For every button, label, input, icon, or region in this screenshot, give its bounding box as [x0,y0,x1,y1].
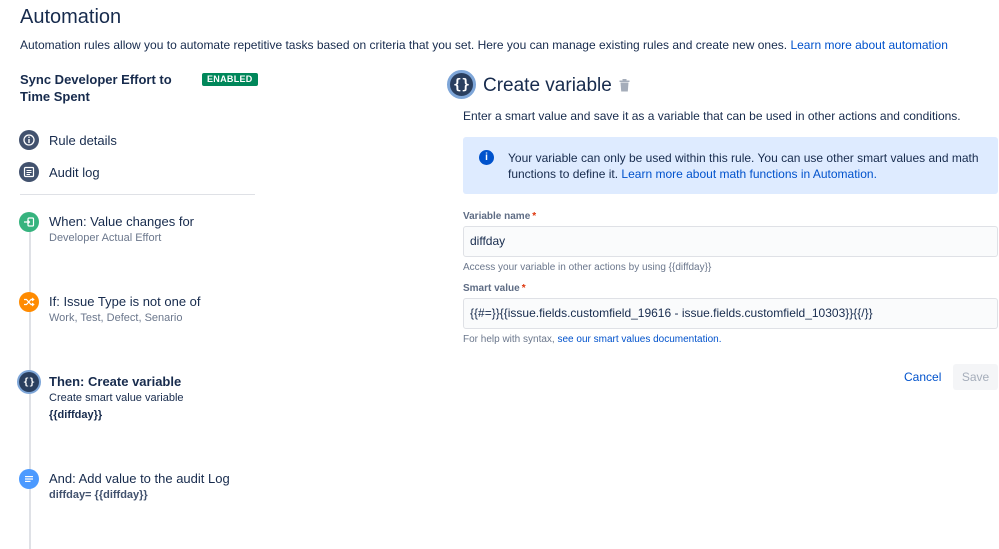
panel-title: Create variable [483,75,612,96]
page-description: Automation rules allow you to automate r… [20,38,948,52]
info-icon [19,130,39,150]
info-text: Your variable can only be used within th… [508,150,988,182]
step-variable-name: {{diffday}} [49,409,103,421]
status-badge: ENABLED [202,73,258,86]
step-subtitle: Developer Actual Effort [49,232,162,244]
step-create-variable[interactable]: {} Then: Create variable Create smart va… [19,372,259,428]
step-trigger[interactable]: When: Value changes for Developer Actual… [19,212,259,252]
nav-audit-log[interactable]: Audit log [19,161,100,183]
divider [20,194,255,195]
variable-name-label: Variable name * [463,211,536,222]
learn-more-automation-link[interactable]: Learn more about automation [790,38,947,52]
page-title: Automation [20,6,122,28]
shuffle-icon [19,292,39,312]
braces-icon: {} [447,70,476,99]
nav-label: Audit log [49,164,100,180]
smart-value-help-text: For help with syntax, [463,334,555,345]
required-marker: * [532,211,537,222]
step-title: When: Value changes for [49,214,195,229]
step-title: Then: Create variable [49,374,182,389]
panel-description: Enter a smart value and save it as a var… [463,109,961,123]
smart-value-label: Smart value * [463,283,526,294]
list-icon [19,162,39,182]
info-icon: i [479,150,494,165]
trash-icon[interactable] [619,79,630,92]
math-functions-link[interactable]: Learn more about math functions in Autom… [621,167,877,181]
step-subtitle: diffday= {{diffday}} [49,489,148,501]
variable-name-input[interactable]: diffday [463,226,998,257]
info-message: i Your variable can only be used within … [463,137,998,194]
braces-icon: {} [19,372,39,392]
step-title: And: Add value to the audit Log [49,471,230,486]
log-icon [19,469,39,489]
cancel-button[interactable]: Cancel [898,364,947,390]
smart-value-label-text: Smart value [463,283,520,294]
required-marker: * [521,283,526,294]
nav-rule-details[interactable]: Rule details [19,129,117,151]
step-title: If: Issue Type is not one of [49,294,201,309]
nav-label: Rule details [49,132,117,148]
step-audit-log[interactable]: And: Add value to the audit Log diffday=… [19,469,259,509]
variable-name-help: Access your variable in other actions by… [463,262,712,273]
rule-name: Sync Developer Effort to Time Spent [20,72,172,104]
smart-value-input[interactable]: {{#=}}{{issue.fields.customfield_19616 -… [463,298,998,329]
save-button[interactable]: Save [953,364,998,390]
page-description-text: Automation rules allow you to automate r… [20,38,788,52]
smart-value-help: For help with syntax, see our smart valu… [463,334,721,345]
smart-values-docs-link[interactable]: see our smart values documentation. [558,334,722,345]
step-subtitle: Work, Test, Defect, Senario [49,312,183,324]
variable-name-label-text: Variable name [463,211,531,222]
step-condition[interactable]: If: Issue Type is not one of Work, Test,… [19,292,259,332]
trigger-icon [19,212,39,232]
step-subtitle: Create smart value variable [49,392,184,404]
